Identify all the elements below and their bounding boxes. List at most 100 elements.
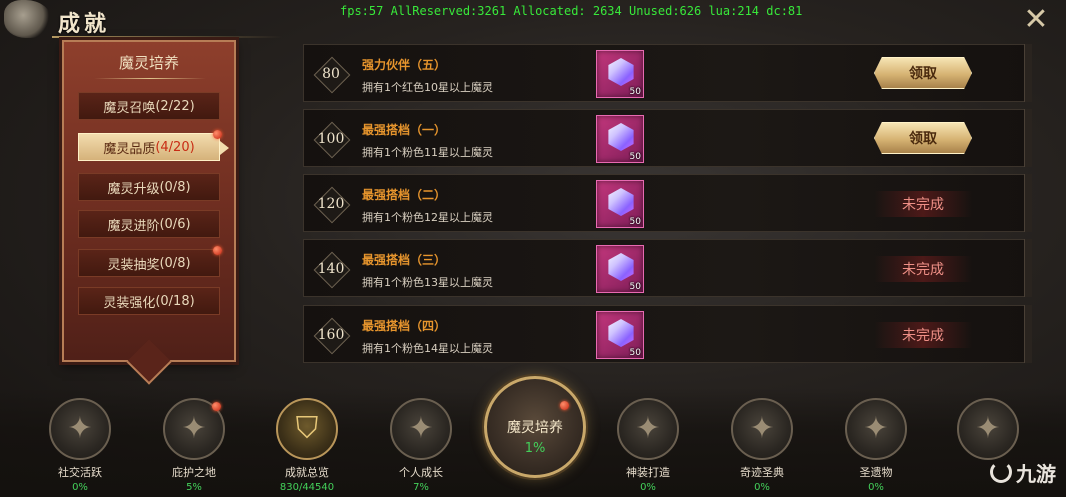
achievement-desc: 拥有1个粉色14星以上魔灵 [362,342,493,355]
reward-item[interactable]: 50 [596,245,644,293]
close-button[interactable]: ✕ [1018,4,1054,36]
row-edge [1024,109,1032,167]
reward-item[interactable]: 50 [596,115,644,163]
achievement-points: 80 [314,58,348,90]
nav-divine-forge[interactable]: ✦ 神装打造 0% [598,398,698,493]
nav-more[interactable]: ✦ [938,398,1038,460]
achievement-points: 100 [314,123,348,155]
nav-overview[interactable]: ⛉ 成就总览 830/44540 [257,398,357,493]
row-edge [1024,239,1032,297]
panel-divider [94,78,206,79]
title-underline [52,36,282,38]
category-label: 魔灵升级 [107,181,160,197]
nav-label: 个人成长 [399,466,443,479]
close-x-icon: ✕ [1023,2,1049,37]
nav-progress: 0% [72,482,88,493]
nav-label: 奇迹圣典 [740,466,784,479]
star-medal-icon: ✦ [617,398,679,460]
achievement-row: 100 最强搭档（一） 拥有1个粉色11星以上魔灵 50 领取 [303,109,1030,167]
center-label: 魔灵培养 [507,420,563,436]
category-count: (4/20) [155,139,195,155]
row-edge [1024,174,1032,232]
nav-relic[interactable]: ✦ 圣遗物 0% [826,398,926,493]
reward-qty: 50 [629,348,641,358]
star-medal-icon: ✦ [731,398,793,460]
debug-stats: fps:57 AllReserved:3261 Allocated: 2634 … [340,4,803,18]
reward-qty: 50 [629,152,641,162]
nav-progress: 0% [754,482,770,493]
reward-qty: 50 [629,87,641,97]
category-count: (0/8) [159,179,191,195]
reward-qty: 50 [629,217,641,227]
nav-progress: 5% [186,482,202,493]
achievement-desc: 拥有1个粉色12星以上魔灵 [362,211,493,224]
category-count: (0/8) [159,255,191,271]
category-label: 灵装抽奖 [107,257,160,273]
achievement-points: 140 [314,253,348,285]
category-item-gear-draw[interactable]: 灵装抽奖 (0/8) [78,246,222,277]
reward-item[interactable]: 50 [596,311,644,359]
category-label: 魔灵进阶 [107,218,160,234]
reward-qty: 50 [629,282,641,292]
achievement-row: 140 最强搭档（三） 拥有1个粉色13星以上魔灵 50 未完成 [303,239,1030,297]
category-item-summon[interactable]: 魔灵召唤 (2/22) [78,92,220,120]
nav-progress: 830/44540 [279,482,335,493]
category-item-advance[interactable]: 魔灵进阶 (0/6) [78,210,220,238]
reward-item[interactable]: 50 [596,50,644,98]
achievement-desc: 拥有1个粉色13星以上魔灵 [362,276,493,289]
nav-label: 成就总览 [285,466,329,479]
achievement-row: 80 强力伙伴（五） 拥有1个红色10星以上魔灵 50 领取 [303,44,1030,102]
incomplete-status: 未完成 [874,256,972,282]
crystal-chest-icon [608,188,634,216]
star-medal-icon: ✦ [845,398,907,460]
category-item-gear-enhance[interactable]: 灵装强化 (0/18) [78,287,220,315]
watermark-text: 九游 [1016,461,1056,486]
notification-dot [213,130,222,139]
nav-label: 神装打造 [626,466,670,479]
row-edge [1024,44,1032,102]
achievement-title: 最强搭档（四） [362,319,447,333]
category-label: 灵装强化 [103,295,156,311]
crystal-chest-icon [608,123,634,151]
notification-dot [560,401,569,410]
achievement-row: 160 最强搭档（四） 拥有1个粉色14星以上魔灵 50 未完成 [303,305,1030,363]
incomplete-status: 未完成 [874,191,972,217]
achievement-title: 最强搭档（二） [362,188,447,202]
claim-button[interactable]: 领取 [874,122,972,154]
nav-spirit-training[interactable]: 魔灵培养 1% [484,376,586,478]
watermark: 九游 [990,454,1060,490]
category-label: 魔灵品质 [103,141,156,157]
nav-miracle[interactable]: ✦ 奇迹圣典 0% [712,398,812,493]
category-count: (0/18) [155,293,195,309]
incomplete-status: 未完成 [874,322,972,348]
category-item-quality[interactable]: 魔灵品质 (4/20) [78,130,229,161]
crystal-chest-icon [608,58,634,86]
page-title: 成就 [58,11,111,37]
star-medal-icon: ✦ [49,398,111,460]
nav-social[interactable]: ✦ 社交活跃 0% [30,398,130,493]
center-progress: 1% [524,441,546,456]
nav-progress: 0% [868,482,884,493]
reward-item[interactable]: 50 [596,180,644,228]
category-panel-title: 魔灵培养 [118,54,179,72]
star-medal-icon: ✦ [957,398,1019,460]
nav-growth[interactable]: ✦ 个人成长 7% [371,398,471,493]
claim-button[interactable]: 领取 [874,57,972,89]
category-item-levelup[interactable]: 魔灵升级 (0/8) [78,173,220,201]
nav-label: 圣遗物 [859,466,893,479]
achievement-desc: 拥有1个红色10星以上魔灵 [362,81,493,94]
nav-sanctuary[interactable]: ✦ 庇护之地 5% [144,398,244,493]
achievement-points: 160 [314,319,348,351]
dragon-emblem-icon [4,0,52,38]
notification-dot [212,402,221,411]
row-edge [1024,305,1032,363]
nav-label: 庇护之地 [172,466,216,479]
achievement-points: 120 [314,188,348,220]
nav-progress: 7% [413,482,429,493]
achievement-title: 最强搭档（三） [362,253,447,267]
top-bar: 成就 fps:57 AllReserved:3261 Allocated: 26… [0,0,1066,40]
nav-label: 社交活跃 [58,466,102,479]
star-medal-icon: ✦ [163,398,225,460]
nav-progress: 0% [640,482,656,493]
shield-medal-icon: ⛉ [276,398,338,460]
